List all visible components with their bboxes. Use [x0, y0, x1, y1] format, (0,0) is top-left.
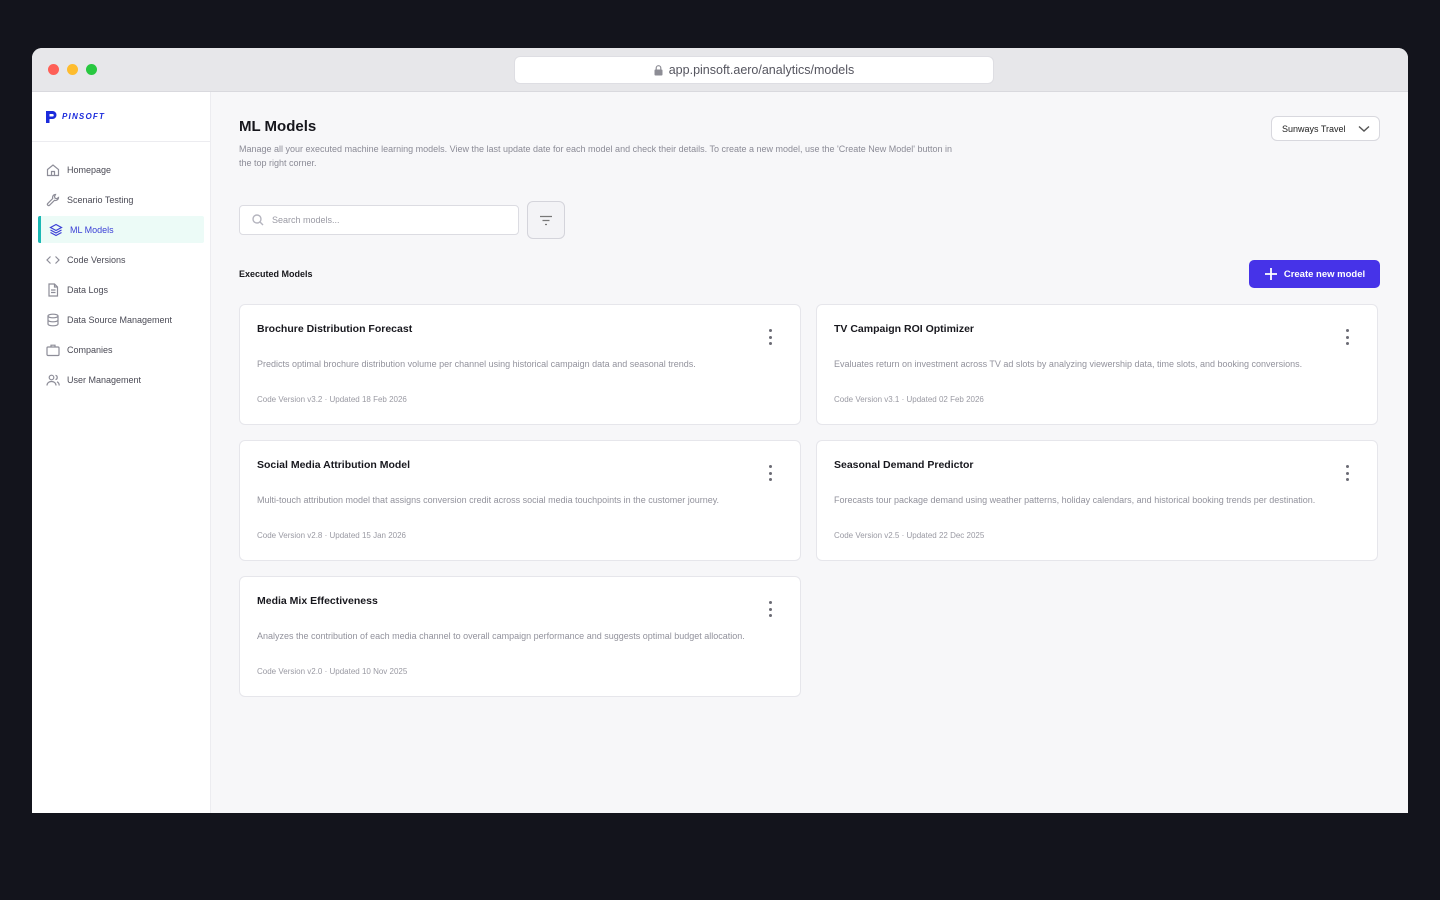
- model-description: Forecasts tour package demand using weat…: [834, 495, 1316, 505]
- model-card[interactable]: Social Media Attribution Model Multi-tou…: [239, 440, 801, 561]
- model-title: Brochure Distribution Forecast: [257, 323, 413, 335]
- more-options-icon[interactable]: [765, 329, 775, 345]
- sidebar-item-data-logs[interactable]: Data Logs: [38, 276, 204, 303]
- main-content: ML Models Manage all your executed machi…: [211, 92, 1408, 813]
- close-window-button[interactable]: [48, 64, 59, 75]
- sidebar-item-label: Code Versions: [67, 254, 126, 265]
- maximize-window-button[interactable]: [86, 64, 97, 75]
- sidebar-item-ml-models[interactable]: ML Models: [38, 216, 204, 243]
- sidebar-item-label: Companies: [67, 344, 113, 355]
- model-title: Seasonal Demand Predictor: [834, 459, 974, 471]
- model-meta: Code Version v2.5 · Updated 22 Dec 2025: [834, 531, 985, 540]
- create-button-label: Create new model: [1283, 268, 1366, 280]
- sidebar-item-scenario-testing[interactable]: Scenario Testing: [38, 186, 204, 213]
- sidebar-item-code-versions[interactable]: Code Versions: [38, 246, 204, 273]
- sidebar-item-label: ML Models: [70, 224, 114, 235]
- briefcase-icon: [46, 343, 60, 357]
- pinsoft-logo-icon: [46, 110, 57, 123]
- brand-name: PINSOFT: [62, 112, 106, 121]
- window-controls: [48, 64, 97, 75]
- filter-button[interactable]: [527, 201, 565, 239]
- page-description: Manage all your executed machine learnin…: [239, 144, 953, 168]
- browser-window: app.pinsoft.aero/analytics/models PINSOF…: [32, 48, 1408, 813]
- sidebar-item-data-source-management[interactable]: Data Source Management: [38, 306, 204, 333]
- database-icon: [46, 313, 60, 327]
- model-description: Predicts optimal brochure distribution v…: [257, 359, 696, 369]
- model-card[interactable]: Media Mix Effectiveness Analyzes the con…: [239, 576, 801, 697]
- model-card[interactable]: Seasonal Demand Predictor Forecasts tour…: [816, 440, 1378, 561]
- page-title: ML Models: [239, 118, 317, 135]
- search-box: [239, 205, 519, 235]
- sidebar: PINSOFT Homepage Scenario Testing ML Mod…: [32, 92, 211, 813]
- create-new-model-button[interactable]: Create new model: [1249, 260, 1380, 288]
- more-options-icon[interactable]: [765, 465, 775, 481]
- model-title: Media Mix Effectiveness: [257, 595, 378, 607]
- sidebar-item-label: Scenario Testing: [67, 194, 134, 205]
- model-meta: Code Version v3.2 · Updated 18 Feb 2026: [257, 395, 407, 404]
- layers-icon: [49, 223, 63, 237]
- model-meta: Code Version v2.0 · Updated 10 Nov 2025: [257, 667, 408, 676]
- brand-logo[interactable]: PINSOFT: [32, 92, 210, 142]
- app-root: PINSOFT Homepage Scenario Testing ML Mod…: [32, 92, 1408, 813]
- company-selector-value: Sunways Travel: [1282, 123, 1346, 134]
- sidebar-item-label: User Management: [67, 374, 142, 385]
- minimize-window-button[interactable]: [67, 64, 78, 75]
- document-icon: [46, 282, 60, 297]
- more-options-icon[interactable]: [1342, 329, 1352, 345]
- address-bar[interactable]: app.pinsoft.aero/analytics/models: [514, 56, 994, 84]
- lock-icon: [654, 64, 663, 75]
- more-options-icon[interactable]: [765, 601, 775, 617]
- section-header: Executed Models Create new model: [239, 260, 1380, 288]
- company-selector[interactable]: Sunways Travel: [1271, 116, 1380, 141]
- chevron-down-icon: [1358, 125, 1370, 132]
- model-description: Analyzes the contribution of each media …: [257, 631, 745, 641]
- sidebar-item-companies[interactable]: Companies: [38, 336, 204, 363]
- search-input[interactable]: [272, 215, 492, 225]
- sidebar-item-label: Homepage: [67, 164, 112, 175]
- search-row: [239, 201, 1380, 239]
- sidebar-item-homepage[interactable]: Homepage: [38, 156, 204, 183]
- model-description: Multi-touch attribution model that assig…: [257, 495, 720, 505]
- filter-icon: [540, 215, 552, 225]
- model-title: TV Campaign ROI Optimizer: [834, 323, 975, 335]
- sidebar-nav: Homepage Scenario Testing ML Models Code…: [32, 142, 210, 393]
- model-card[interactable]: Brochure Distribution Forecast Predicts …: [239, 304, 801, 425]
- browser-titlebar: app.pinsoft.aero/analytics/models: [32, 48, 1408, 92]
- more-options-icon[interactable]: [1342, 465, 1352, 481]
- search-icon: [252, 214, 264, 226]
- section-title: Executed Models: [239, 269, 313, 279]
- code-icon: [46, 253, 60, 267]
- wrench-icon: [46, 193, 60, 207]
- url-text: app.pinsoft.aero/analytics/models: [668, 63, 855, 77]
- model-description: Evaluates return on investment across TV…: [834, 359, 1303, 369]
- model-meta: Code Version v3.1 · Updated 02 Feb 2026: [834, 395, 984, 404]
- sidebar-item-label: Data Logs: [67, 284, 109, 295]
- plus-icon: [1264, 268, 1277, 280]
- home-icon: [46, 163, 60, 177]
- models-grid: Brochure Distribution Forecast Predicts …: [239, 304, 1380, 697]
- sidebar-item-user-management[interactable]: User Management: [38, 366, 204, 393]
- model-title: Social Media Attribution Model: [257, 459, 411, 471]
- users-icon: [46, 373, 60, 387]
- sidebar-item-label: Data Source Management: [67, 314, 173, 325]
- model-meta: Code Version v2.8 · Updated 15 Jan 2026: [257, 531, 406, 540]
- model-card[interactable]: TV Campaign ROI Optimizer Evaluates retu…: [816, 304, 1378, 425]
